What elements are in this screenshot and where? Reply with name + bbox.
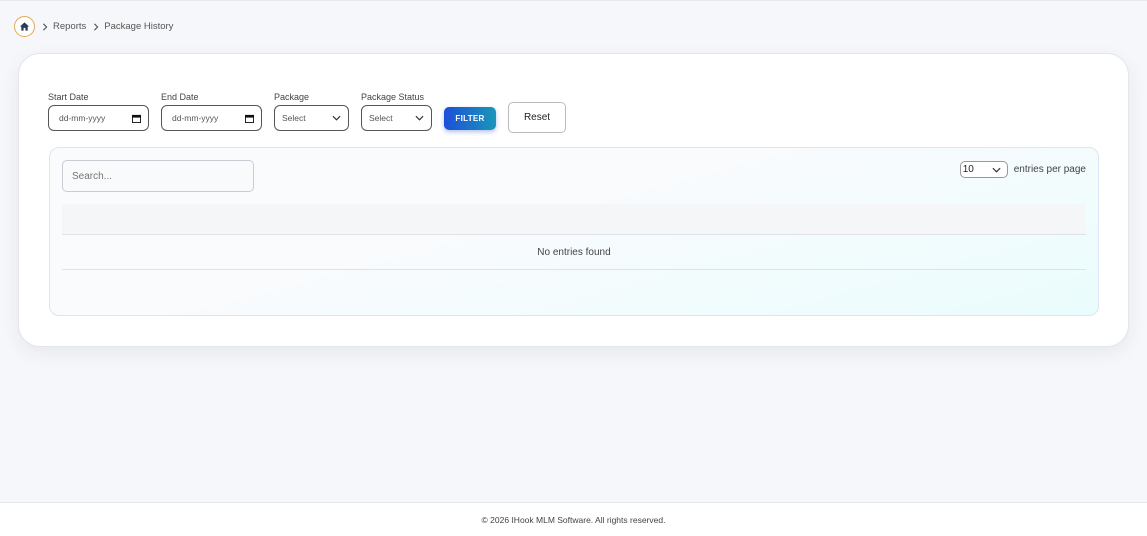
empty-message: No entries found — [537, 246, 611, 258]
table-row: No entries found — [62, 235, 1086, 270]
chevron-down-icon — [415, 115, 424, 121]
package-status-label: Package Status — [361, 92, 425, 102]
breadcrumb-item-current: Package History — [104, 21, 174, 32]
home-button[interactable] — [14, 16, 35, 37]
per-page-value: 10 — [962, 164, 974, 175]
chevron-right-icon — [42, 22, 48, 31]
per-page-label: entries per page — [1013, 164, 1086, 175]
start-date-label: Start Date — [48, 92, 89, 102]
table-header — [62, 204, 1086, 235]
package-status-select-value: Select — [369, 113, 393, 123]
calendar-icon — [245, 114, 254, 123]
start-date-field: Start Date dd-mm-yyyy — [48, 92, 149, 131]
copyright-text: © 2026 IHook MLM Software. All rights re… — [481, 515, 666, 525]
package-label: Package — [274, 92, 310, 102]
end-date-label: End Date — [161, 92, 199, 102]
end-date-input[interactable]: dd-mm-yyyy — [161, 105, 262, 131]
package-history-card: Start Date dd-mm-yyyy End Date dd-mm-yyy… — [18, 53, 1129, 347]
calendar-icon — [132, 114, 141, 123]
chevron-down-icon — [992, 167, 1001, 173]
package-status-field: Package Status Select — [361, 92, 432, 131]
start-date-input[interactable]: dd-mm-yyyy — [48, 105, 149, 131]
package-select[interactable]: Select — [274, 105, 349, 131]
end-date-field: End Date dd-mm-yyyy — [161, 92, 262, 131]
filter-bar: Start Date dd-mm-yyyy End Date dd-mm-yyy… — [48, 92, 566, 133]
package-status-select[interactable]: Select — [361, 105, 432, 131]
end-date-placeholder: dd-mm-yyyy — [172, 113, 219, 123]
entries-per-page: 10 entries per page — [959, 161, 1086, 178]
per-page-select[interactable]: 10 — [959, 161, 1008, 178]
package-field: Package Select — [274, 92, 349, 131]
start-date-placeholder: dd-mm-yyyy — [59, 113, 106, 123]
data-table-panel: 10 entries per page No entries found — [49, 147, 1099, 316]
breadcrumb-item-reports[interactable]: Reports — [53, 21, 86, 32]
chevron-right-icon — [93, 22, 99, 31]
breadcrumb: Reports Package History — [14, 16, 173, 37]
reset-button[interactable]: Reset — [508, 102, 566, 133]
footer: © 2026 IHook MLM Software. All rights re… — [0, 502, 1147, 536]
chevron-down-icon — [332, 115, 341, 121]
package-select-value: Select — [282, 113, 306, 123]
search-input[interactable] — [62, 160, 254, 192]
filter-button[interactable]: FILTER — [444, 107, 496, 130]
home-icon — [19, 22, 30, 31]
